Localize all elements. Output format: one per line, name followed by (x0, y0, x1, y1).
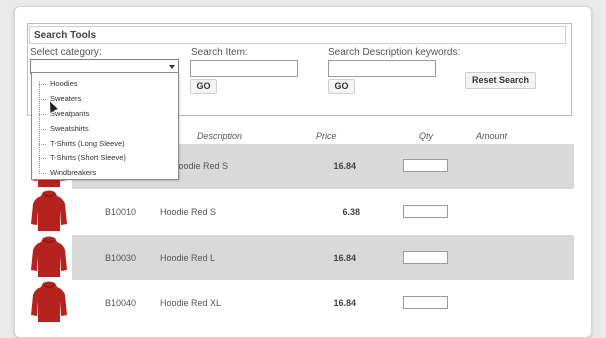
row-description: Hoodie Red S (172, 161, 229, 171)
row-price: 6.38 (342, 207, 360, 217)
search-item-label: Search Item: (191, 47, 248, 58)
chevron-down-icon (169, 65, 175, 69)
row-description: Hoodie Red S (160, 207, 217, 217)
row-price: 16.84 (333, 161, 356, 171)
tree-tick (39, 114, 46, 115)
row-qty-input[interactable] (403, 251, 448, 264)
tree-tick (39, 144, 46, 145)
red-hoodie-icon (31, 236, 67, 277)
row-description: Hoodie Red XL (160, 298, 222, 308)
dropdown-option-hoodies[interactable]: Hoodies (50, 79, 78, 88)
tree-tick (39, 99, 46, 100)
tree-guide-line (39, 81, 40, 174)
search-description-label: Search Description keywords: (328, 47, 461, 58)
search-description-input[interactable] (328, 60, 436, 77)
row-price: 16.84 (333, 298, 356, 308)
reset-search-button[interactable]: Reset Search (465, 72, 536, 89)
row-code: B10040 (105, 298, 137, 308)
category-dropdown-list: Hoodies Sweaters Sweatpants Sweatshirts … (31, 72, 179, 180)
row-qty-input[interactable] (403, 296, 448, 309)
dropdown-option-sweatshirts[interactable]: Sweatshirts (50, 124, 89, 133)
search-tools-title: Search Tools (29, 26, 566, 44)
row-price: 16.84 (333, 253, 356, 263)
row-qty-input[interactable] (403, 159, 448, 172)
row-code: B10010 (105, 207, 137, 217)
row-code: B10030 (105, 253, 137, 263)
red-hoodie-icon (31, 190, 67, 231)
tree-tick (39, 129, 46, 130)
row-description: Hoodie Red L (160, 253, 216, 263)
dropdown-option-tshirts-short-sleeve[interactable]: T-Shirts (Short Sleeve) (50, 153, 126, 162)
search-description-go-button[interactable]: GO (328, 79, 355, 94)
red-hoodie-icon (31, 281, 67, 322)
column-header-qty: Qty (419, 131, 434, 141)
search-item-go-button[interactable]: GO (190, 79, 217, 94)
column-header-price: Price (316, 131, 337, 141)
dropdown-option-windbreakers[interactable]: Windbreakers (50, 168, 96, 177)
dropdown-option-tshirts-long-sleeve[interactable]: T-Shirts (Long Sleeve) (50, 139, 125, 148)
column-header-amount: Amount (476, 131, 508, 141)
tree-tick (39, 84, 46, 85)
tree-tick (39, 173, 46, 174)
search-item-input[interactable] (190, 60, 298, 77)
row-qty-input[interactable] (403, 205, 448, 218)
tree-tick (39, 158, 46, 159)
column-header-description: Description (197, 131, 243, 141)
dropdown-option-sweatpants[interactable]: Sweatpants (50, 109, 89, 118)
category-label: Select category: (30, 47, 102, 58)
